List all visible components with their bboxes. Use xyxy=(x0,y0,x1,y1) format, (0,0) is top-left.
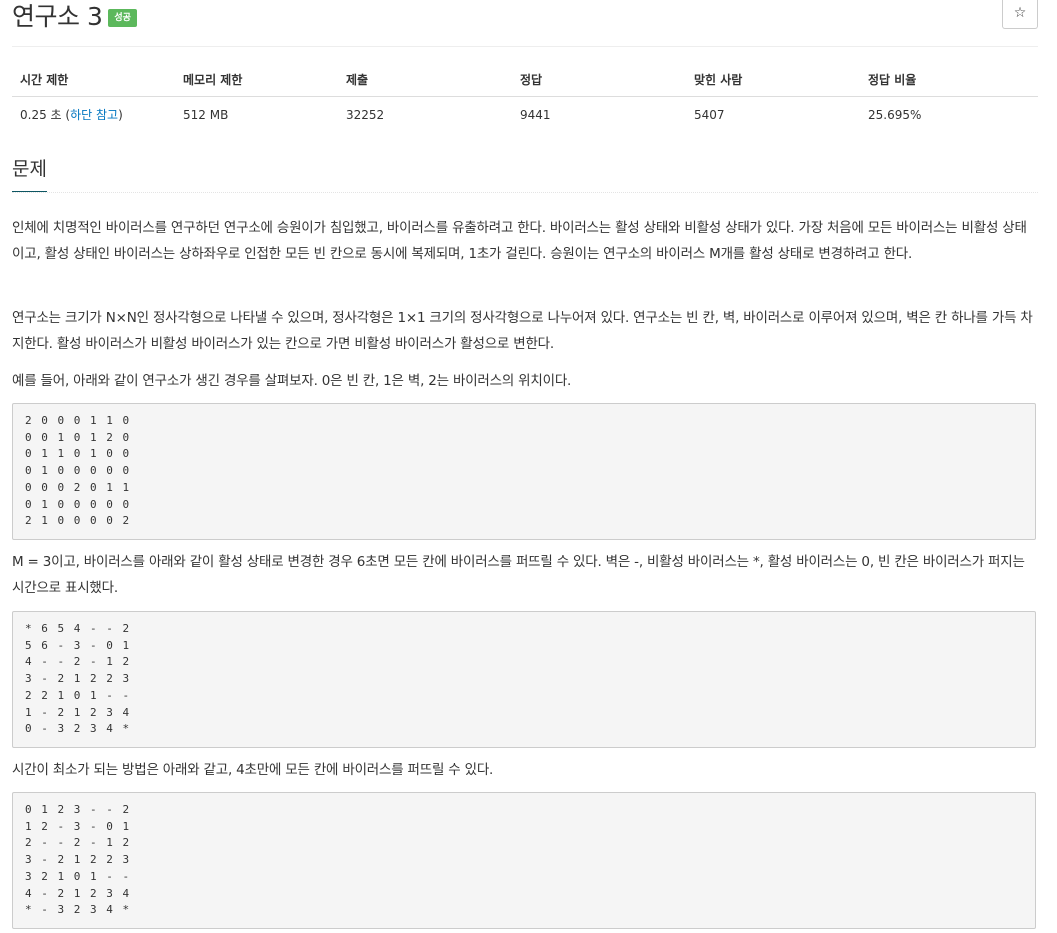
time-limit-note-link[interactable]: 하단 참고 xyxy=(70,108,118,122)
problem-paragraph-1: 인체에 치명적인 바이러스를 연구하던 연구소에 승원이가 침입했고, 바이러스… xyxy=(12,220,1027,262)
problem-paragraph-2: 연구소는 크기가 N×N인 정사각형으로 나타낼 수 있으며, 정사각형은 1×… xyxy=(12,310,1033,352)
problem-page: 연구소 3 성공 ☆ 시간 제한 메모리 제한 제출 정답 맞힌 사람 정답 비율… xyxy=(0,0,1057,933)
lab-grid-example: 2 0 0 0 1 1 0 0 0 1 0 1 2 0 0 1 1 0 1 0 … xyxy=(12,403,1036,540)
status-badge: 성공 xyxy=(108,9,137,27)
header-memory-limit: 메모리 제한 xyxy=(175,64,338,97)
header-accepted: 정답 xyxy=(512,64,686,97)
problem-info-table: 시간 제한 메모리 제한 제출 정답 맞힌 사람 정답 비율 0.25 초 (하… xyxy=(12,64,1038,132)
memory-limit-cell: 512 MB xyxy=(183,107,229,122)
accepted-cell: 9441 xyxy=(520,107,551,122)
time-limit-cell: 0.25 초 (하단 참고) xyxy=(12,97,175,133)
solvers-cell: 5407 xyxy=(694,107,725,122)
problem-paragraph-3: 예를 들어, 아래와 같이 연구소가 생긴 경우를 살펴보자. 0은 빈 칸, … xyxy=(12,373,572,389)
problem-paragraph-4: M = 3이고, 바이러스를 아래와 같이 활성 상태로 변경한 경우 6초면 … xyxy=(12,554,1025,596)
page-title: 연구소 3 xyxy=(12,2,103,31)
star-icon: ☆ xyxy=(1013,5,1027,21)
header-submissions: 제출 xyxy=(338,64,512,97)
problem-paragraph-5: 시간이 최소가 되는 방법은 아래와 같고, 4초만에 모든 칸에 바이러스를 … xyxy=(12,762,494,778)
ratio-cell: 25.695% xyxy=(868,107,922,122)
favorite-star-button[interactable]: ☆ xyxy=(1002,0,1038,29)
title-row: 연구소 3 성공 xyxy=(12,0,137,40)
header-ratio: 정답 비율 xyxy=(860,64,1038,97)
header-solvers: 맞힌 사람 xyxy=(686,64,860,97)
section-title: 문제 xyxy=(12,154,47,192)
table-header-row: 시간 제한 메모리 제한 제출 정답 맞힌 사람 정답 비율 xyxy=(12,64,1038,97)
table-row: 0.25 초 (하단 참고) 512 MB 32252 9441 5407 25… xyxy=(12,97,1038,133)
header-time-limit: 시간 제한 xyxy=(12,64,175,97)
spread-grid-example-2: 0 1 2 3 - - 2 1 2 - 3 - 0 1 2 - - 2 - 1 … xyxy=(12,792,1036,929)
submissions-cell: 32252 xyxy=(346,107,385,122)
spread-grid-example-1: * 6 5 4 - - 2 5 6 - 3 - 0 1 4 - - 2 - 1 … xyxy=(12,611,1036,748)
title-divider xyxy=(12,46,1038,47)
time-limit-value: 0.25 초 ( xyxy=(20,108,71,122)
problem-section-header: 문제 xyxy=(12,152,1038,193)
time-limit-suffix: ) xyxy=(118,108,123,122)
